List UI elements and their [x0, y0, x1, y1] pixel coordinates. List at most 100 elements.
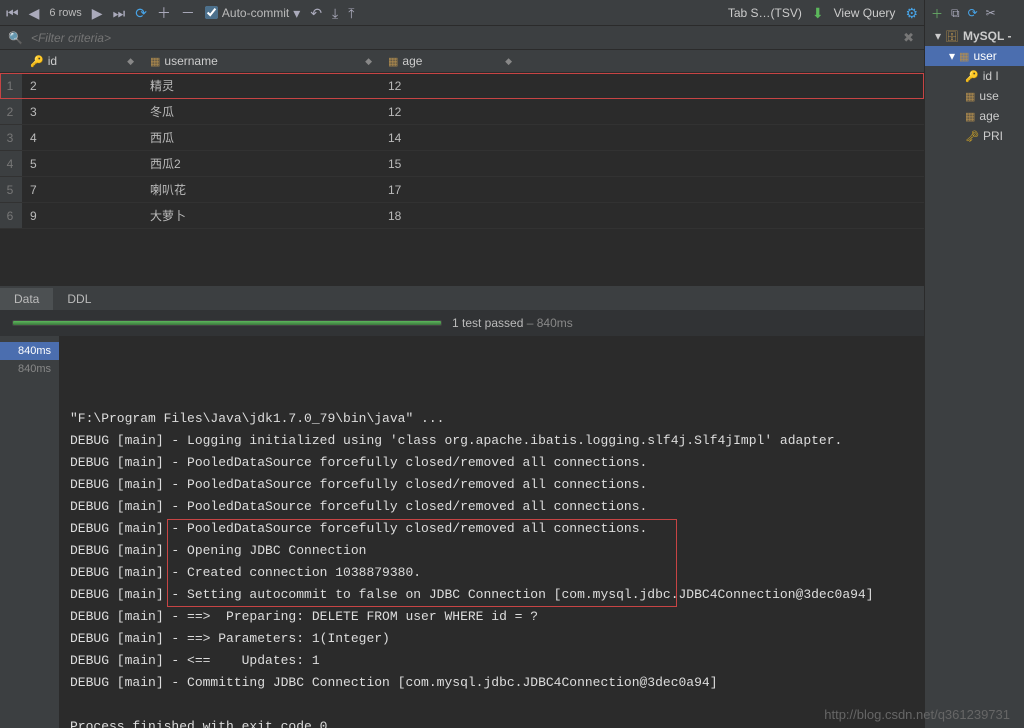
table-row[interactable]: 45西瓜215 [0, 151, 924, 177]
filter-bar: 🔍 ✖ [0, 26, 924, 50]
bottom-tabs: Data DDL [0, 286, 924, 310]
cell-id[interactable]: 3 [22, 99, 142, 124]
database-icon: 🗄 [945, 30, 959, 43]
first-page-icon[interactable]: ⏮ [6, 6, 19, 20]
refresh-icon[interactable]: ⟳ [968, 6, 978, 20]
cell-id[interactable]: 7 [22, 177, 142, 202]
export-icon[interactable]: ⤓ [332, 6, 338, 20]
cell-username[interactable]: 大萝卜 [142, 203, 380, 228]
next-page-icon[interactable]: ▶ [92, 6, 103, 20]
sort-icon[interactable]: ◆ [505, 56, 512, 67]
cell-id[interactable]: 4 [22, 125, 142, 150]
table-row[interactable]: 69大萝卜18 [0, 203, 924, 229]
view-query-button[interactable]: View Query [834, 6, 896, 20]
chevron-down-icon: ▾ [293, 6, 300, 20]
gutter-time: 840ms [0, 342, 59, 360]
cell-username[interactable]: 冬瓜 [142, 99, 380, 124]
chevron-down-icon: ▾ [935, 29, 941, 43]
download-icon[interactable]: ⬇ [812, 6, 824, 20]
chevron-down-icon: ▾ [949, 49, 955, 63]
table-row[interactable]: 23冬瓜12 [0, 99, 924, 125]
cell-age[interactable]: 18 [380, 203, 520, 228]
column-node[interactable]: ▦ use [925, 86, 1024, 106]
cell-age[interactable]: 15 [380, 151, 520, 176]
result-grid: 🔑 id ◆ ▦ username ◆ ▦ age ◆ 12精灵1223冬瓜12… [0, 50, 924, 229]
time-gutter: 840ms 840ms [0, 336, 60, 728]
console-line: DEBUG [main] - ==> Parameters: 1(Integer… [70, 628, 914, 650]
stop-icon[interactable]: ✂ [986, 6, 996, 20]
console-line: DEBUG [main] - Opening JDBC Connection [70, 540, 914, 562]
remove-row-icon[interactable]: － [181, 6, 195, 20]
key-icon: 🔑 [30, 55, 44, 68]
console-line [70, 694, 914, 716]
auto-commit-toggle[interactable]: Auto-commit ▾ [205, 6, 300, 20]
console-output[interactable]: "F:\Program Files\Java\jdk1.7.0_79\bin\j… [60, 336, 924, 728]
column-header-age[interactable]: ▦ age ◆ [380, 50, 520, 72]
row-number: 2 [0, 99, 22, 124]
copy-icon[interactable]: ⧉ [951, 6, 960, 21]
cell-username[interactable]: 喇叭花 [142, 177, 380, 202]
sort-icon[interactable]: ◆ [127, 56, 134, 67]
cell-username[interactable]: 西瓜 [142, 125, 380, 150]
test-time: 840ms [537, 316, 573, 330]
row-number-header [0, 50, 22, 72]
cell-username[interactable]: 西瓜2 [142, 151, 380, 176]
column-icon: ▦ [965, 90, 975, 103]
refresh-icon[interactable]: ⟳ [135, 6, 147, 20]
add-icon[interactable]: ＋ [931, 5, 943, 22]
last-page-icon[interactable]: ⏭ [113, 6, 126, 20]
console-line: DEBUG [main] - Setting autocommit to fal… [70, 584, 914, 606]
database-tree: ＋ ⧉ ⟳ ✂ ▾ 🗄 MySQL - ▾ ▦ user 🔑 id I ▦ us… [924, 0, 1024, 728]
watermark: http://blog.csdn.net/q361239731 [824, 707, 1010, 722]
column-node[interactable]: ▦ age [925, 106, 1024, 126]
key-icon: 🔑 [965, 70, 979, 83]
search-icon: 🔍 [8, 31, 23, 45]
row-number: 5 [0, 177, 22, 202]
console-line: DEBUG [main] - Created connection 103887… [70, 562, 914, 584]
column-node[interactable]: 🔑 id I [925, 66, 1024, 86]
cell-age[interactable]: 17 [380, 177, 520, 202]
cell-id[interactable]: 2 [22, 73, 142, 98]
tab-data[interactable]: Data [0, 288, 53, 310]
cell-age[interactable]: 12 [380, 99, 520, 124]
cell-id[interactable]: 5 [22, 151, 142, 176]
row-number: 1 [0, 73, 22, 98]
row-number: 4 [0, 151, 22, 176]
datasource-node[interactable]: ▾ 🗄 MySQL - [925, 26, 1024, 46]
add-row-icon[interactable]: ＋ [157, 6, 171, 20]
test-passed-label: 1 test passed [452, 316, 523, 330]
console-line: Process finished with exit code 0 [70, 716, 914, 728]
column-icon: ▦ [388, 55, 398, 68]
column-header-username[interactable]: ▦ username ◆ [142, 50, 380, 72]
gear-icon[interactable]: ⚙ [905, 6, 918, 20]
sort-icon[interactable]: ◆ [365, 56, 372, 67]
cell-age[interactable]: 14 [380, 125, 520, 150]
table-row[interactable]: 57喇叭花17 [0, 177, 924, 203]
console-line: DEBUG [main] - PooledDataSource forceful… [70, 452, 914, 474]
gutter-time: 840ms [0, 360, 59, 378]
cell-id[interactable]: 9 [22, 203, 142, 228]
clear-filter-icon[interactable]: ✖ [903, 30, 914, 46]
console-line: DEBUG [main] - PooledDataSource forceful… [70, 518, 914, 540]
prev-page-icon[interactable]: ◀ [29, 6, 40, 20]
table-node-user[interactable]: ▾ ▦ user [925, 46, 1024, 66]
cell-username[interactable]: 精灵 [142, 73, 380, 98]
tab-separator-label[interactable]: Tab S…(TSV) [728, 6, 802, 20]
console-line: DEBUG [main] - PooledDataSource forceful… [70, 496, 914, 518]
row-number: 6 [0, 203, 22, 228]
table-row[interactable]: 12精灵12 [0, 73, 924, 99]
filter-input[interactable] [31, 31, 916, 45]
db-toolbar: ＋ ⧉ ⟳ ✂ [925, 0, 1024, 26]
rows-label: 6 rows [49, 7, 81, 19]
key-node[interactable]: 🗝 PRI [925, 126, 1024, 146]
table-toolbar: ⏮ ◀ 6 rows ▶ ⏭ ⟳ ＋ － Auto-commit ▾ ↶ ⤓ ⤒… [0, 0, 924, 26]
import-icon[interactable]: ⤒ [348, 6, 354, 20]
revert-icon[interactable]: ↶ [310, 6, 322, 20]
console-line: "F:\Program Files\Java\jdk1.7.0_79\bin\j… [70, 408, 914, 430]
column-header-id[interactable]: 🔑 id ◆ [22, 50, 142, 72]
column-icon: ▦ [150, 55, 160, 68]
cell-age[interactable]: 12 [380, 73, 520, 98]
console-line: DEBUG [main] - <== Updates: 1 [70, 650, 914, 672]
table-row[interactable]: 34西瓜14 [0, 125, 924, 151]
tab-ddl[interactable]: DDL [53, 288, 105, 310]
